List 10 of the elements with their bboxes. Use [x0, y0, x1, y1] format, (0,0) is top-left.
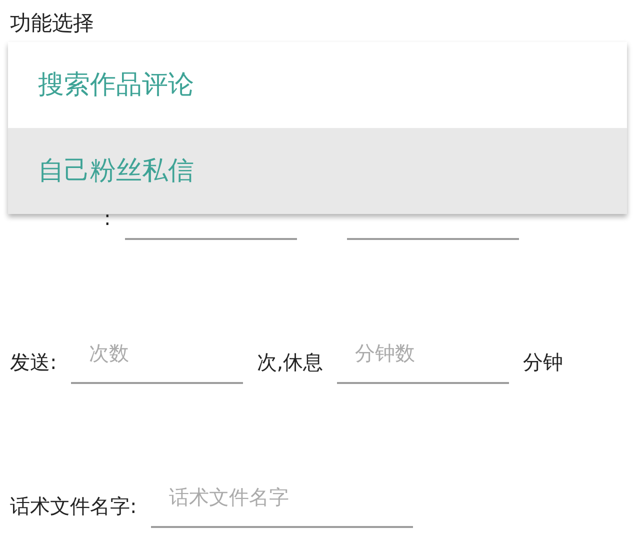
field-label: 次,休息	[256, 350, 324, 376]
field-label: 话术文件名字:	[10, 494, 137, 520]
spinner-label: 功能选择	[9, 10, 95, 37]
input-field[interactable]: 分钟数	[337, 342, 510, 384]
menu-item[interactable]: 自己粉丝私信	[8, 128, 627, 214]
input-field[interactable]: 话术文件名字	[150, 486, 413, 528]
input-field[interactable]: 次数	[70, 342, 243, 384]
menu-item[interactable]: 搜索作品评论	[8, 42, 627, 128]
field-label: 发送:	[10, 350, 57, 376]
field-label: 分钟	[523, 350, 564, 376]
